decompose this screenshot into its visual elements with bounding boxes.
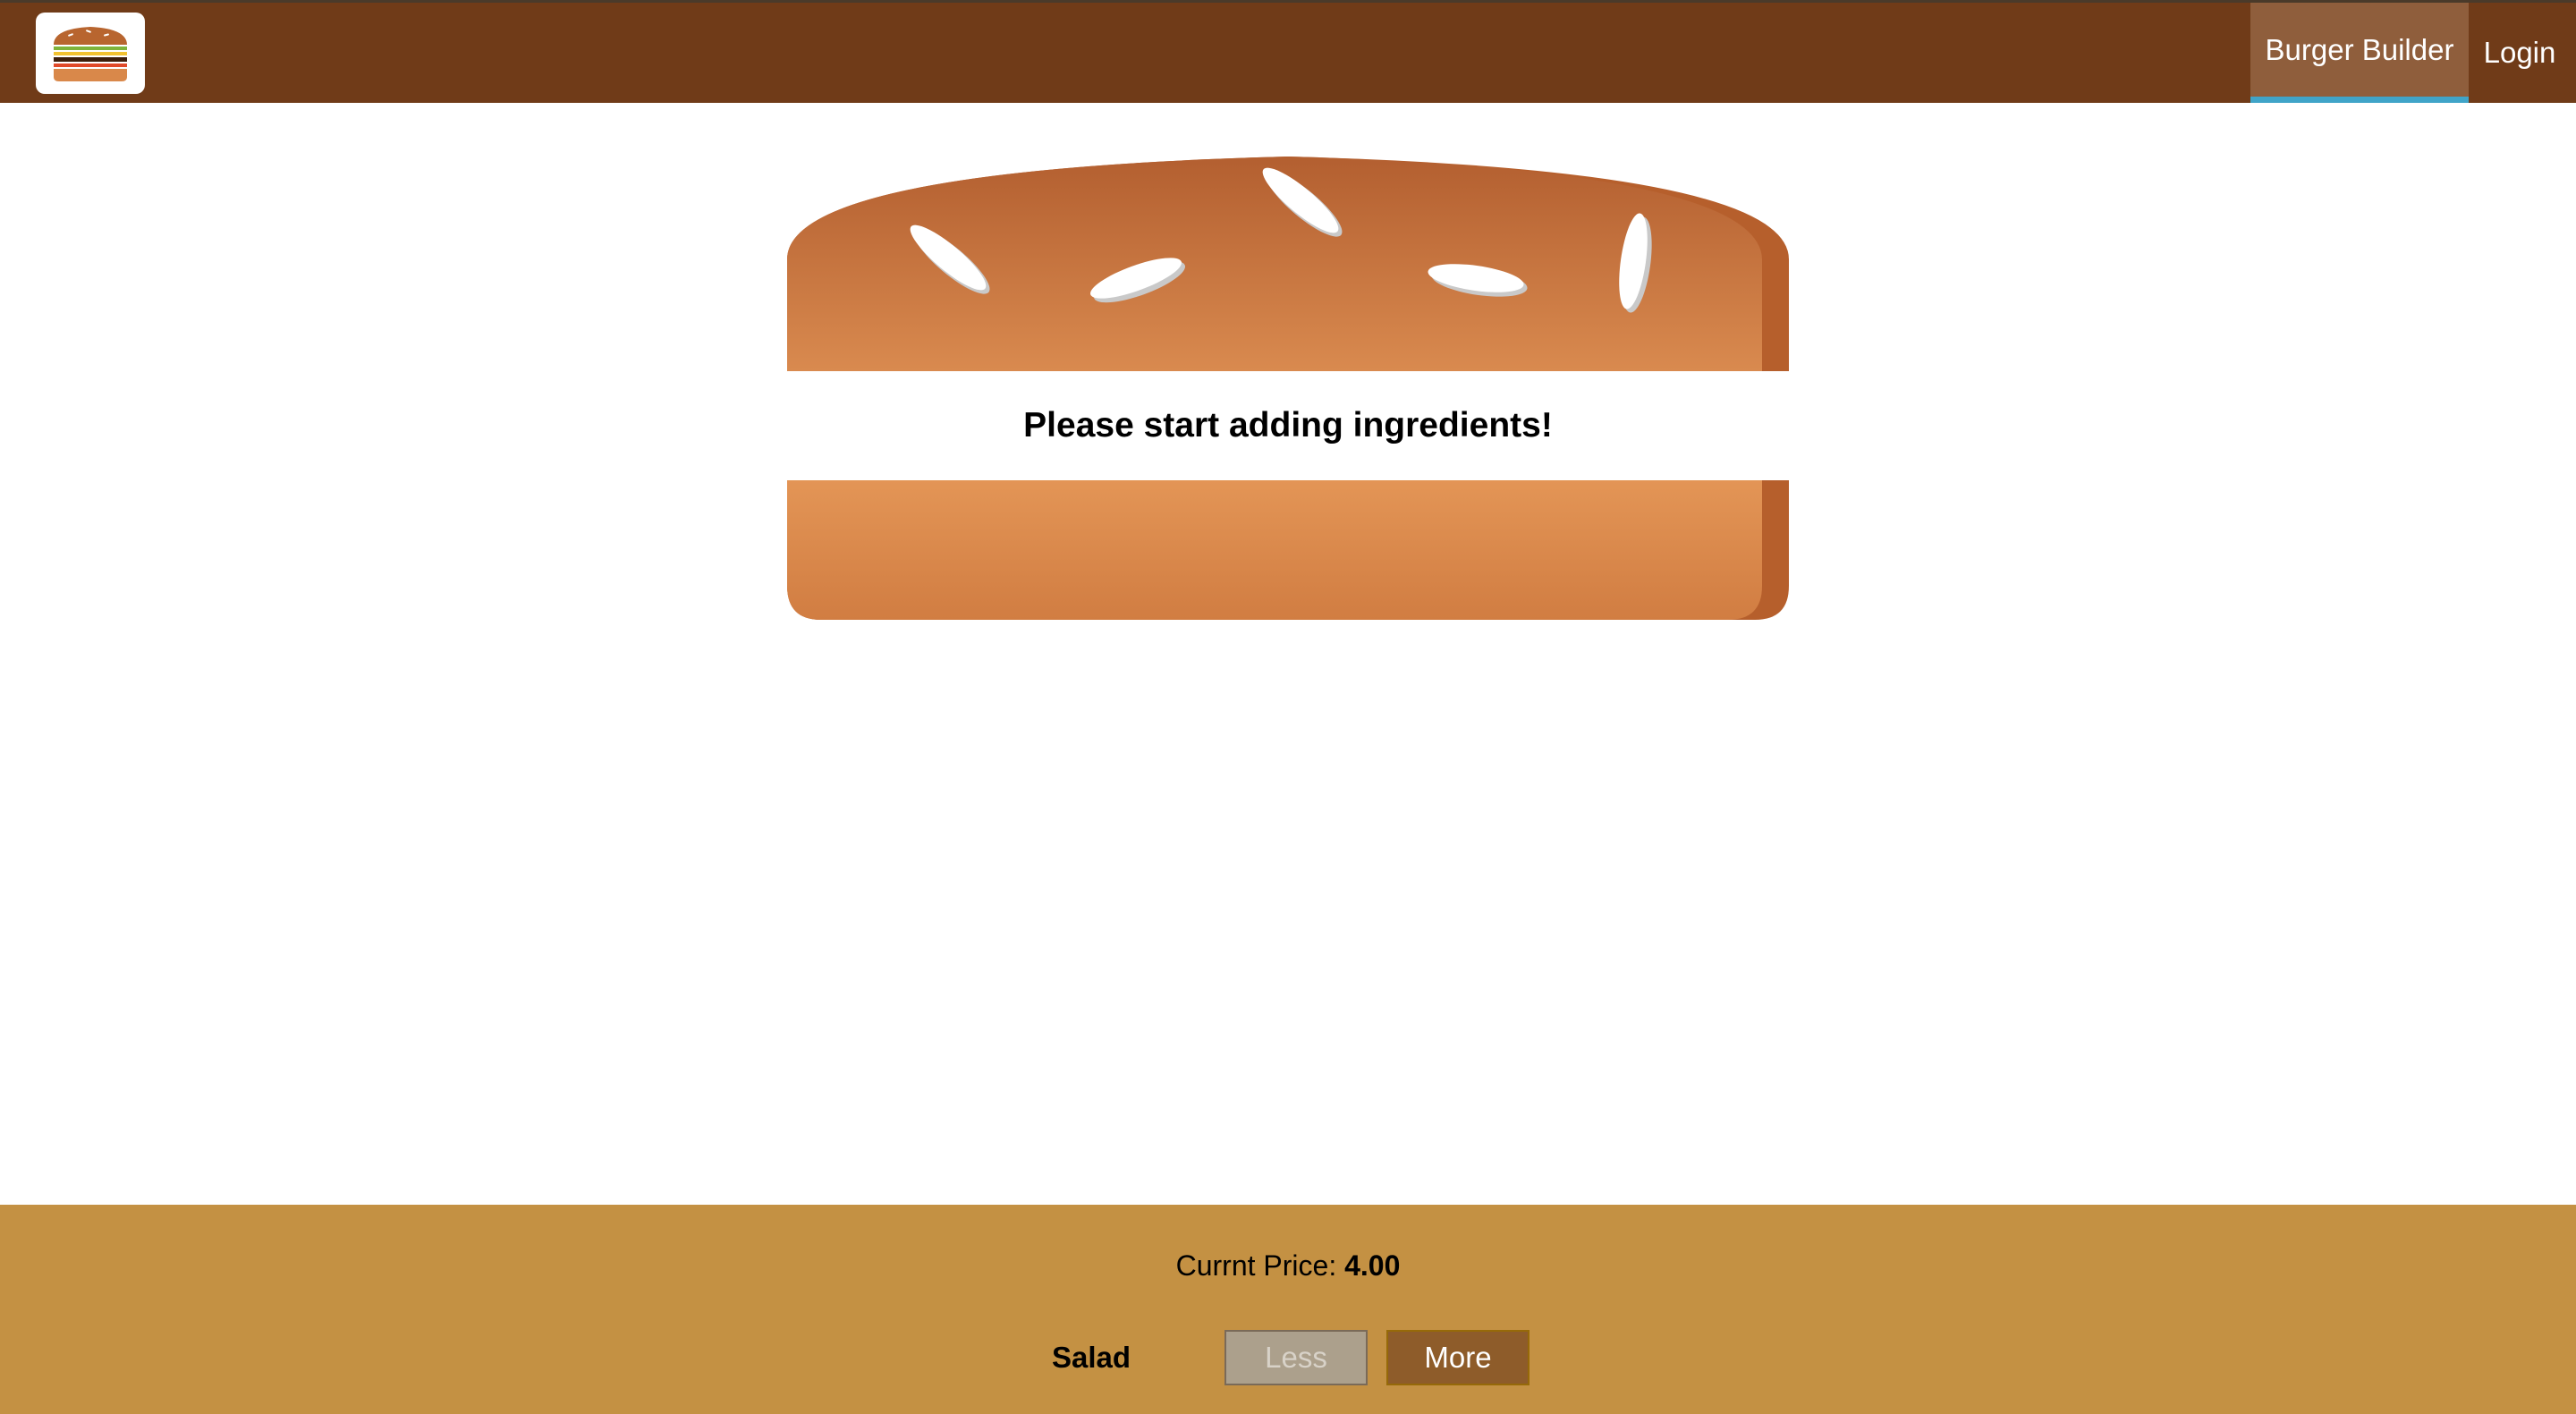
burger-preview: Please start adding ingredients! — [0, 0, 2576, 626]
price-label: Currnt Price: — [1175, 1249, 1337, 1282]
current-price: Currnt Price: 4.00 — [0, 1249, 2576, 1283]
build-controls: Currnt Price: 4.00 Salad Less More — [0, 1205, 2576, 1414]
more-salad-button[interactable]: More — [1386, 1330, 1530, 1385]
empty-burger-message: Please start adding ingredients! — [1023, 406, 1553, 445]
build-control-salad: Salad Less More — [0, 1330, 2576, 1385]
ingredient-label: Salad — [1051, 1341, 1131, 1374]
less-salad-button[interactable]: Less — [1224, 1330, 1368, 1385]
price-value: 4.00 — [1344, 1249, 1401, 1282]
burger-bun-icon — [787, 157, 1789, 620]
